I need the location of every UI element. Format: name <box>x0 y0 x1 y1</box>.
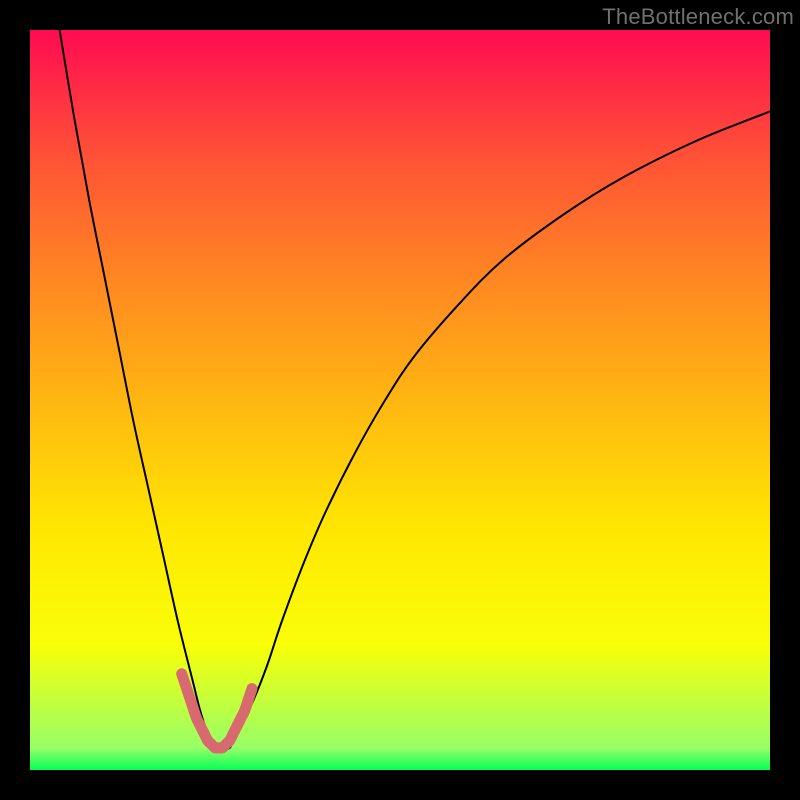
highlight-band-path <box>182 674 252 748</box>
plot-area <box>30 30 770 770</box>
watermark-text: TheBottleneck.com <box>602 4 794 30</box>
curve-overlay <box>30 30 770 770</box>
chart-frame: TheBottleneck.com <box>0 0 800 800</box>
bottleneck-curve-path <box>60 30 770 749</box>
